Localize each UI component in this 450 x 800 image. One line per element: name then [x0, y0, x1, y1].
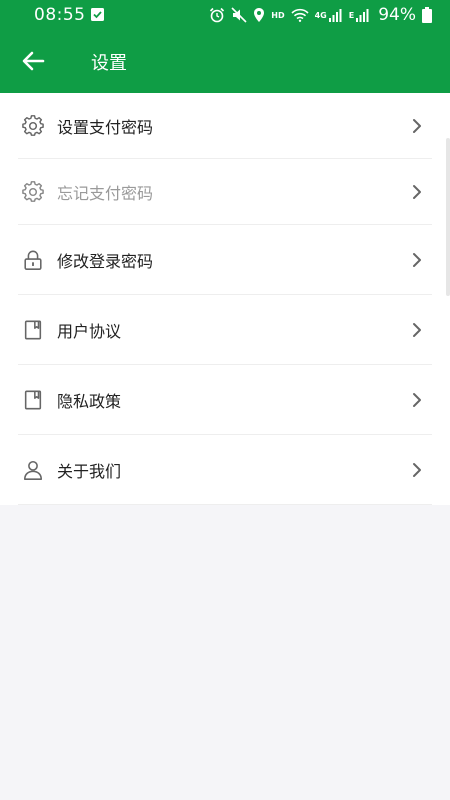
settings-item-forgot-payment-password[interactable]: 忘记支付密码 — [0, 159, 450, 225]
settings-item-privacy-policy[interactable]: 隐私政策 — [0, 365, 450, 435]
document-icon — [24, 390, 42, 410]
chevron-right-icon — [413, 323, 421, 337]
location-icon — [254, 8, 265, 22]
chevron-right-icon — [413, 393, 421, 407]
scroll-indicator[interactable] — [446, 138, 450, 296]
signal-icon — [328, 9, 342, 22]
settings-item-set-payment-password[interactable]: 设置支付密码 — [0, 93, 450, 159]
chevron-right-icon — [413, 253, 421, 267]
app-bar: 设置 — [0, 30, 450, 93]
page-title: 设置 — [91, 53, 127, 74]
settings-item-about-us[interactable]: 关于我们 — [0, 435, 450, 505]
gear-icon — [22, 181, 44, 202]
back-button[interactable] — [18, 46, 50, 76]
gear-icon — [22, 115, 44, 136]
hd-voice-indicator: HD — [271, 10, 285, 20]
settings-item-label: 设置支付密码 — [57, 118, 154, 137]
battery-percentage: 94% — [378, 5, 416, 25]
settings-list: 设置支付密码 忘记支付密码 修改登录密码 用户协议 隐私政策 关于我们 — [0, 93, 450, 505]
settings-item-change-login-password[interactable]: 修改登录密码 — [0, 225, 450, 295]
settings-item-label: 关于我们 — [57, 462, 122, 481]
network-type-4g: 4G — [314, 10, 327, 20]
status-icons: HD 4G E 94% — [209, 4, 432, 26]
arrow-left-icon — [22, 51, 45, 71]
chevron-right-icon — [413, 119, 421, 133]
settings-item-label: 用户协议 — [57, 322, 122, 341]
mute-icon — [231, 7, 247, 23]
wifi-icon — [291, 8, 309, 22]
status-bar: 08:55 HD 4G E 94% — [0, 0, 450, 30]
network-type-e: E — [348, 10, 355, 20]
user-icon — [23, 460, 43, 480]
chevron-right-icon — [413, 185, 421, 199]
lock-icon — [24, 250, 42, 270]
alarm-icon — [210, 7, 225, 23]
document-icon — [24, 320, 42, 340]
status-time: 08:55 — [34, 5, 86, 25]
settings-item-label: 隐私政策 — [57, 392, 122, 411]
battery-icon — [422, 7, 432, 23]
chevron-right-icon — [413, 463, 421, 477]
settings-item-label: 修改登录密码 — [57, 252, 154, 271]
settings-item-label: 忘记支付密码 — [57, 184, 154, 203]
settings-item-user-agreement[interactable]: 用户协议 — [0, 295, 450, 365]
checkbox-notification-icon — [91, 8, 104, 21]
signal-secondary-icon — [356, 9, 369, 22]
divider — [18, 504, 432, 505]
